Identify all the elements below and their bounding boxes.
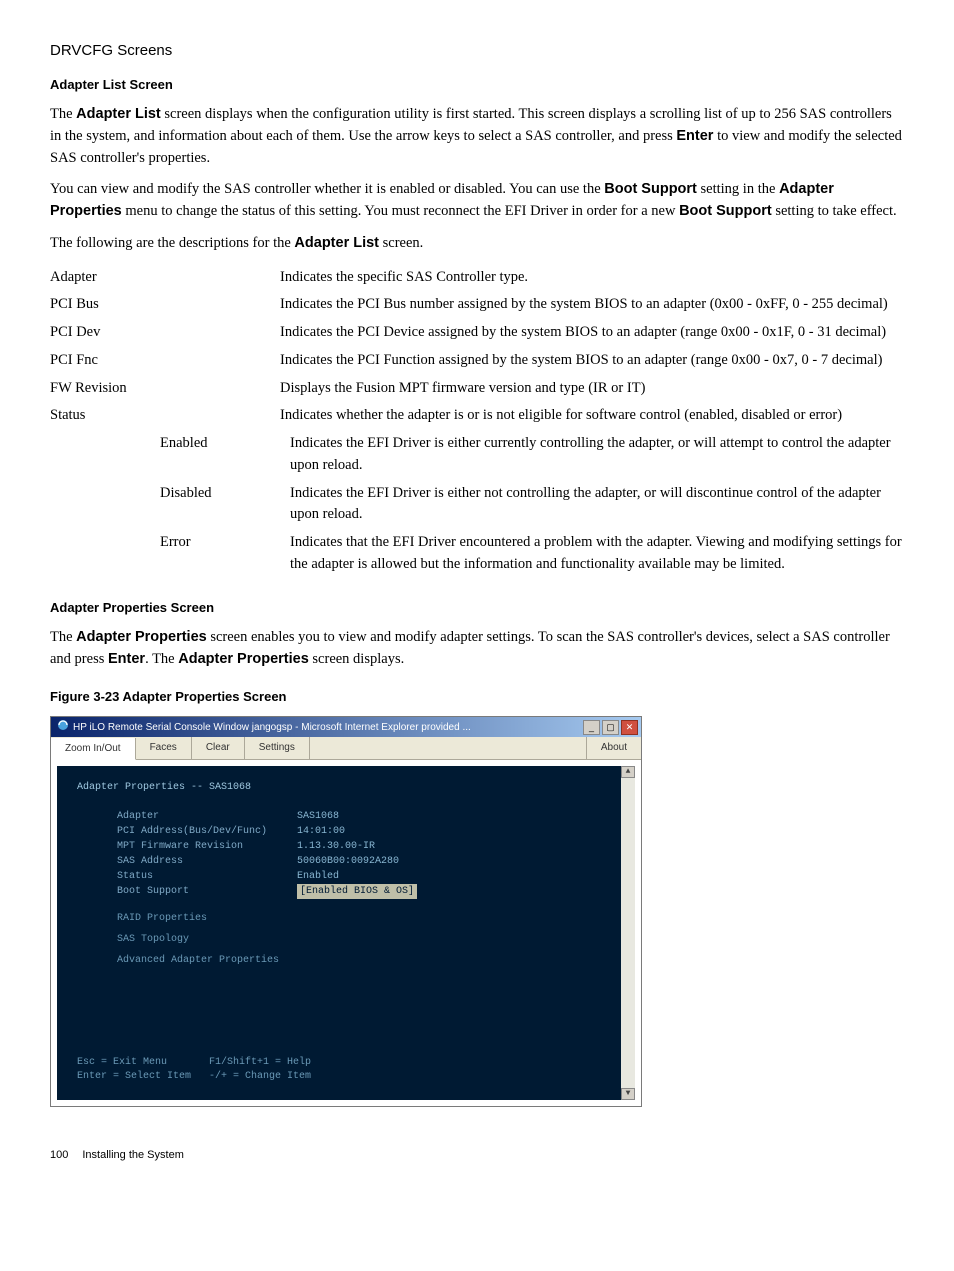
def-term: FW Revision bbox=[50, 376, 280, 404]
def-row: AdapterIndicates the specific SAS Contro… bbox=[50, 265, 904, 293]
status-sub-row: EnabledIndicates the EFI Driver is eithe… bbox=[50, 431, 904, 481]
console-value: Enabled bbox=[297, 869, 339, 884]
footer-line-1: Esc = Exit Menu F1/Shift+1 = Help bbox=[77, 1057, 311, 1068]
minimize-button[interactable]: _ bbox=[583, 720, 600, 735]
ap-p1-b3: Adapter Properties bbox=[178, 651, 309, 667]
def-value: Indicates whether the adapter is or is n… bbox=[280, 403, 904, 431]
console-value: 1.13.30.00-IR bbox=[297, 839, 375, 854]
console-row: SAS Address50060B00:0092A280 bbox=[117, 854, 601, 869]
p1-pre: The bbox=[50, 106, 76, 122]
def-term: Status bbox=[50, 403, 280, 431]
console-label: MPT Firmware Revision bbox=[117, 839, 297, 854]
close-button[interactable]: ✕ bbox=[621, 720, 638, 735]
p2-mid2: menu to change the status of this settin… bbox=[122, 203, 679, 219]
console-value: 50060B00:0092A280 bbox=[297, 854, 399, 869]
ap-p1-b2: Enter bbox=[108, 651, 145, 667]
adapter-list-title: Adapter List Screen bbox=[50, 75, 904, 95]
def-term: PCI Dev bbox=[50, 320, 280, 348]
footer-line-2: Enter = Select Item -/+ = Change Item bbox=[77, 1071, 311, 1082]
page-number: 100 bbox=[50, 1149, 68, 1161]
status-sub-def: Indicates the EFI Driver is either curre… bbox=[280, 431, 904, 481]
p2-pre: You can view and modify the SAS controll… bbox=[50, 181, 604, 197]
tab-clear[interactable]: Clear bbox=[192, 737, 245, 759]
console-row: AdapterSAS1068 bbox=[117, 809, 601, 824]
status-sub-def: Indicates the EFI Driver is either not c… bbox=[280, 481, 904, 531]
adapter-props-p1: The Adapter Properties screen enables yo… bbox=[50, 627, 904, 671]
def-term: PCI Bus bbox=[50, 292, 280, 320]
adapter-list-p3: The following are the descriptions for t… bbox=[50, 233, 904, 255]
console-value: 14:01:00 bbox=[297, 824, 345, 839]
console-label: Boot Support bbox=[117, 884, 297, 899]
window-titlebar: HP iLO Remote Serial Console Window jang… bbox=[51, 717, 641, 737]
p1-b1: Adapter List bbox=[76, 106, 161, 122]
ap-p1-mid2: . The bbox=[145, 651, 178, 667]
p2-mid1: setting in the bbox=[697, 181, 779, 197]
tab-zoom[interactable]: Zoom In/Out bbox=[51, 738, 136, 760]
status-sub-def: Indicates that the EFI Driver encountere… bbox=[280, 530, 904, 580]
console-row: MPT Firmware Revision1.13.30.00-IR bbox=[117, 839, 601, 854]
page-title: Installing the System bbox=[82, 1149, 184, 1161]
adapter-list-p2: You can view and modify the SAS controll… bbox=[50, 179, 904, 223]
advanced-adapter-link[interactable]: Advanced Adapter Properties bbox=[117, 953, 601, 968]
adapter-props-title: Adapter Properties Screen bbox=[50, 598, 904, 618]
raid-properties-link[interactable]: RAID Properties bbox=[117, 911, 601, 926]
ap-p1-tail: screen displays. bbox=[309, 651, 404, 667]
console-label: SAS Address bbox=[117, 854, 297, 869]
def-row: PCI BusIndicates the PCI Bus number assi… bbox=[50, 292, 904, 320]
status-sub-row: DisabledIndicates the EFI Driver is eith… bbox=[50, 481, 904, 531]
console-row: PCI Address(Bus/Dev/Func)14:01:00 bbox=[117, 824, 601, 839]
p2-b1: Boot Support bbox=[604, 181, 697, 197]
ap-p1-pre: The bbox=[50, 629, 76, 645]
p2-b3: Boot Support bbox=[679, 203, 772, 219]
tab-about[interactable]: About bbox=[586, 737, 641, 759]
console-title: Adapter Properties -- SAS1068 bbox=[77, 780, 601, 795]
def-term: Adapter bbox=[50, 265, 280, 293]
p3-b1: Adapter List bbox=[294, 235, 379, 251]
def-row: StatusIndicates whether the adapter is o… bbox=[50, 403, 904, 431]
serial-console: ▲ ▼ Adapter Properties -- SAS1068 Adapte… bbox=[57, 766, 635, 1100]
console-row: StatusEnabled bbox=[117, 869, 601, 884]
ie-icon bbox=[57, 719, 69, 736]
def-value: Indicates the PCI Function assigned by t… bbox=[280, 348, 904, 376]
console-footer: Esc = Exit Menu F1/Shift+1 = Help Enter … bbox=[77, 1056, 311, 1084]
tab-settings[interactable]: Settings bbox=[245, 737, 310, 759]
console-label: PCI Address(Bus/Dev/Func) bbox=[117, 824, 297, 839]
ilo-console-window: HP iLO Remote Serial Console Window jang… bbox=[50, 716, 642, 1107]
page-footer: 100 Installing the System bbox=[50, 1147, 904, 1164]
def-value: Displays the Fusion MPT firmware version… bbox=[280, 376, 904, 404]
def-value: Indicates the PCI Bus number assigned by… bbox=[280, 292, 904, 320]
def-row: PCI DevIndicates the PCI Device assigned… bbox=[50, 320, 904, 348]
console-row-selected[interactable]: Boot Support[Enabled BIOS & OS] bbox=[117, 884, 601, 899]
console-label: Adapter bbox=[117, 809, 297, 824]
status-sub-term: Error bbox=[50, 530, 280, 580]
figure-caption: Figure 3-23 Adapter Properties Screen bbox=[50, 687, 904, 707]
def-row: PCI FncIndicates the PCI Function assign… bbox=[50, 348, 904, 376]
scroll-down-button[interactable]: ▼ bbox=[621, 1088, 635, 1100]
tab-faces[interactable]: Faces bbox=[136, 737, 192, 759]
ap-p1-b1: Adapter Properties bbox=[76, 629, 207, 645]
adapter-list-p1: The Adapter List screen displays when th… bbox=[50, 104, 904, 169]
def-term: PCI Fnc bbox=[50, 348, 280, 376]
p1-b2: Enter bbox=[676, 128, 713, 144]
def-value: Indicates the PCI Device assigned by the… bbox=[280, 320, 904, 348]
console-value: SAS1068 bbox=[297, 809, 339, 824]
maximize-button[interactable]: ▢ bbox=[602, 720, 619, 735]
p3-tail: screen. bbox=[379, 235, 423, 251]
def-value: Indicates the specific SAS Controller ty… bbox=[280, 265, 904, 293]
p2-tail: setting to take effect. bbox=[772, 203, 897, 219]
window-title: HP iLO Remote Serial Console Window jang… bbox=[73, 720, 471, 735]
section-header: DRVCFG Screens bbox=[50, 40, 904, 63]
scroll-up-button[interactable]: ▲ bbox=[621, 766, 635, 778]
console-label: Status bbox=[117, 869, 297, 884]
def-row: FW RevisionDisplays the Fusion MPT firmw… bbox=[50, 376, 904, 404]
status-sub-term: Enabled bbox=[50, 431, 280, 481]
p3-pre: The following are the descriptions for t… bbox=[50, 235, 294, 251]
status-sub-row: ErrorIndicates that the EFI Driver encou… bbox=[50, 530, 904, 580]
definitions-table: AdapterIndicates the specific SAS Contro… bbox=[50, 265, 904, 580]
sas-topology-link[interactable]: SAS Topology bbox=[117, 932, 601, 947]
console-value: [Enabled BIOS & OS] bbox=[297, 884, 417, 899]
tab-bar: Zoom In/Out Faces Clear Settings About bbox=[51, 737, 641, 760]
status-sub-term: Disabled bbox=[50, 481, 280, 531]
